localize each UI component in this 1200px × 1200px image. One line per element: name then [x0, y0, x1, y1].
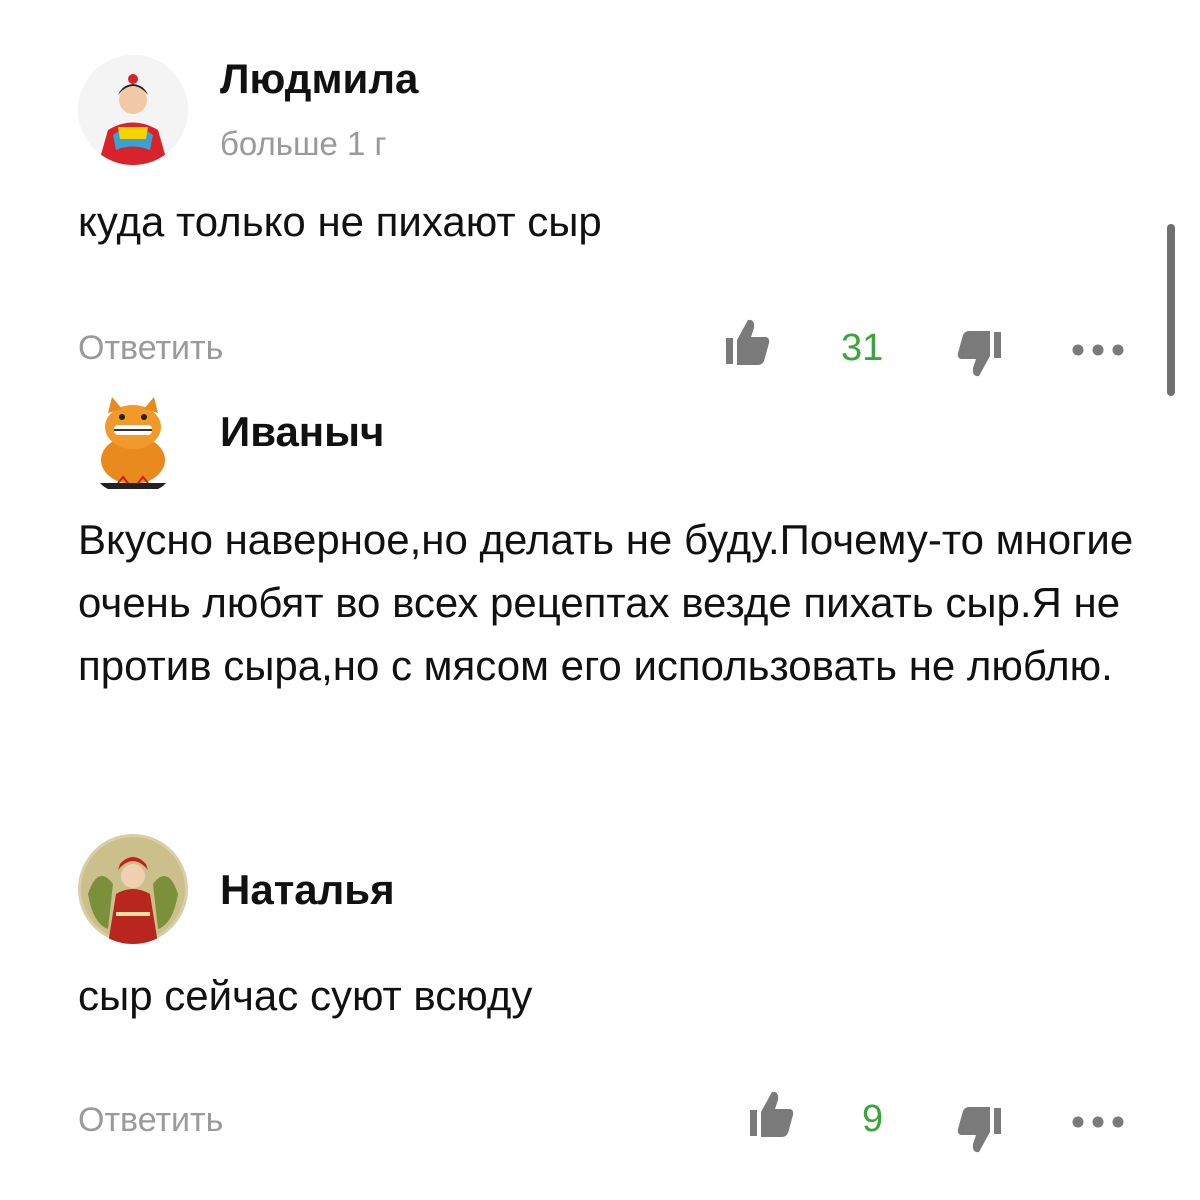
comment-text: куда только не пихают сыр	[78, 198, 602, 245]
avatar[interactable]	[78, 385, 188, 495]
avatar[interactable]	[78, 834, 188, 944]
thumbs-down-icon[interactable]	[956, 328, 1002, 380]
author-name[interactable]: Людмила	[220, 55, 418, 103]
likes-count: 9	[862, 1098, 884, 1140]
comment-text: Вкусно наверное,но делать не буду.Почему…	[78, 516, 1134, 689]
thumbs-up-icon[interactable]	[748, 1088, 796, 1140]
painted-woman-avatar-icon	[78, 834, 188, 944]
author-name[interactable]: Наталья	[220, 866, 395, 914]
thumbs-down-icon[interactable]	[956, 1104, 1002, 1156]
comment-time: больше 1 г	[220, 125, 387, 162]
more-dots-icon[interactable]	[1070, 1114, 1126, 1130]
scrollbar[interactable]	[1167, 224, 1175, 396]
more-dots-icon[interactable]	[1070, 342, 1126, 358]
likes-count: 31	[841, 327, 884, 369]
author-name[interactable]: Иваныч	[220, 408, 384, 456]
orange-cat-avatar-icon	[78, 385, 188, 495]
reply-button[interactable]: Ответить	[78, 328, 223, 368]
thumbs-up-icon[interactable]	[724, 316, 772, 368]
avatar[interactable]	[78, 55, 188, 165]
reply-button[interactable]: Ответить	[78, 1100, 223, 1140]
girl-in-hanbok-avatar-icon	[78, 55, 188, 165]
comment-text: сыр сейчас суют всюду	[78, 972, 533, 1019]
